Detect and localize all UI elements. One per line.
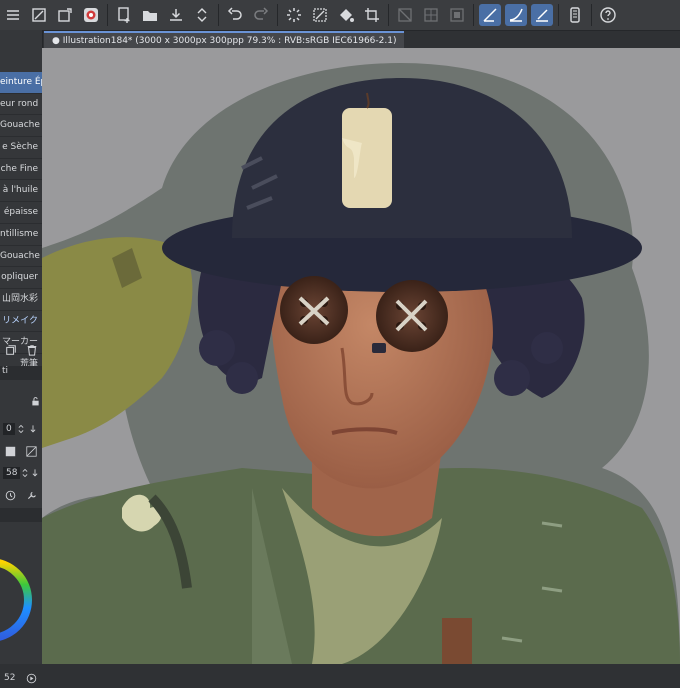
tool-property-tab[interactable]: ti xyxy=(0,366,44,380)
size-row: 0 xyxy=(0,420,42,438)
left-panel: einture Ép eur rond Gouache e Sèche che … xyxy=(0,30,44,683)
brush-item[interactable]: 山岡水彩 xyxy=(0,289,42,311)
record-icon[interactable] xyxy=(80,4,102,26)
color-wheel[interactable] xyxy=(0,530,42,650)
brush-item[interactable]: opliquer xyxy=(0,267,42,289)
duplicate-icon[interactable] xyxy=(4,343,18,357)
curve-snap-icon[interactable] xyxy=(505,4,527,26)
brush-item[interactable]: épaisse xyxy=(0,202,42,224)
top-toolbar xyxy=(0,0,680,31)
lock-row xyxy=(0,394,48,414)
toolbar-divider xyxy=(277,4,278,26)
tool-property-tab-label: ti xyxy=(2,366,9,376)
color-bottom-row: 52 xyxy=(0,668,42,688)
texture-icon[interactable] xyxy=(25,444,39,458)
hide-selection-icon[interactable] xyxy=(394,4,416,26)
clock-icon[interactable] xyxy=(4,488,18,502)
clear-layer-icon[interactable] xyxy=(309,4,331,26)
document-title: Illustration184* (3000 x 3000px 300ppp 7… xyxy=(62,36,397,46)
loading-spinner-icon[interactable] xyxy=(283,4,305,26)
brush-item[interactable]: リメイク xyxy=(0,311,42,333)
arrow-down-icon[interactable] xyxy=(30,466,40,480)
fill-icon[interactable] xyxy=(335,4,357,26)
brush-actions xyxy=(0,338,42,362)
drawing-canvas[interactable] xyxy=(42,48,680,664)
brush-item[interactable]: Gouache xyxy=(0,115,42,138)
lock-icon[interactable] xyxy=(28,394,42,408)
settings-row xyxy=(0,486,42,504)
brush-item[interactable]: à l'huile xyxy=(0,180,42,203)
play-icon[interactable] xyxy=(24,671,38,685)
document-tab[interactable]: ● Illustration184* (3000 x 3000px 300ppp… xyxy=(44,31,405,49)
brush-item[interactable]: che Fine xyxy=(0,159,42,181)
pressure-row xyxy=(0,442,42,460)
brush-item[interactable]: ntillisme xyxy=(0,224,42,246)
wrench-icon[interactable] xyxy=(25,488,39,502)
toolbar-divider xyxy=(388,4,389,26)
pressure-curve-icon[interactable] xyxy=(4,444,18,458)
help-icon[interactable] xyxy=(597,4,619,26)
color-value: 52 xyxy=(4,673,16,683)
toolbar-divider xyxy=(218,4,219,26)
ruler-snap-icon[interactable] xyxy=(479,4,501,26)
frame-icon[interactable] xyxy=(446,4,468,26)
device-icon[interactable] xyxy=(564,4,586,26)
color-panel-tab[interactable] xyxy=(0,508,42,522)
save-icon[interactable] xyxy=(165,4,187,26)
crop-icon[interactable] xyxy=(361,4,383,26)
brush-list: einture Ép eur rond Gouache e Sèche che … xyxy=(0,72,42,376)
toolbar-divider xyxy=(107,4,108,26)
snap-grid-icon[interactable] xyxy=(420,4,442,26)
size-value[interactable]: 0 xyxy=(3,423,15,435)
menu-icon[interactable] xyxy=(2,4,24,26)
brush-item[interactable]: einture Ép xyxy=(0,72,42,94)
tab-dot-icon: ● xyxy=(52,36,63,46)
brush-item[interactable]: Gouache xyxy=(0,246,42,268)
toolbar-divider xyxy=(558,4,559,26)
new-file-icon[interactable] xyxy=(113,4,135,26)
open-folder-icon[interactable] xyxy=(139,4,161,26)
line-snap-icon[interactable] xyxy=(531,4,553,26)
density-row: 58 xyxy=(0,464,42,482)
redo-icon[interactable] xyxy=(250,4,272,26)
density-stepper-icon[interactable] xyxy=(20,466,30,480)
undo-icon[interactable] xyxy=(224,4,246,26)
brush-item[interactable]: eur rond xyxy=(0,94,42,116)
fit-canvas-icon[interactable] xyxy=(28,4,50,26)
size-stepper-icon[interactable] xyxy=(15,422,27,436)
brush-item[interactable]: e Sèche xyxy=(0,137,42,159)
chevron-updown-icon[interactable] xyxy=(191,4,213,26)
arrow-down-icon[interactable] xyxy=(27,422,39,436)
toolbar-divider xyxy=(591,4,592,26)
illustration xyxy=(42,63,680,664)
toolbar-divider xyxy=(473,4,474,26)
density-value[interactable]: 58 xyxy=(3,467,21,479)
transform-icon[interactable] xyxy=(54,4,76,26)
trash-icon[interactable] xyxy=(25,343,39,357)
